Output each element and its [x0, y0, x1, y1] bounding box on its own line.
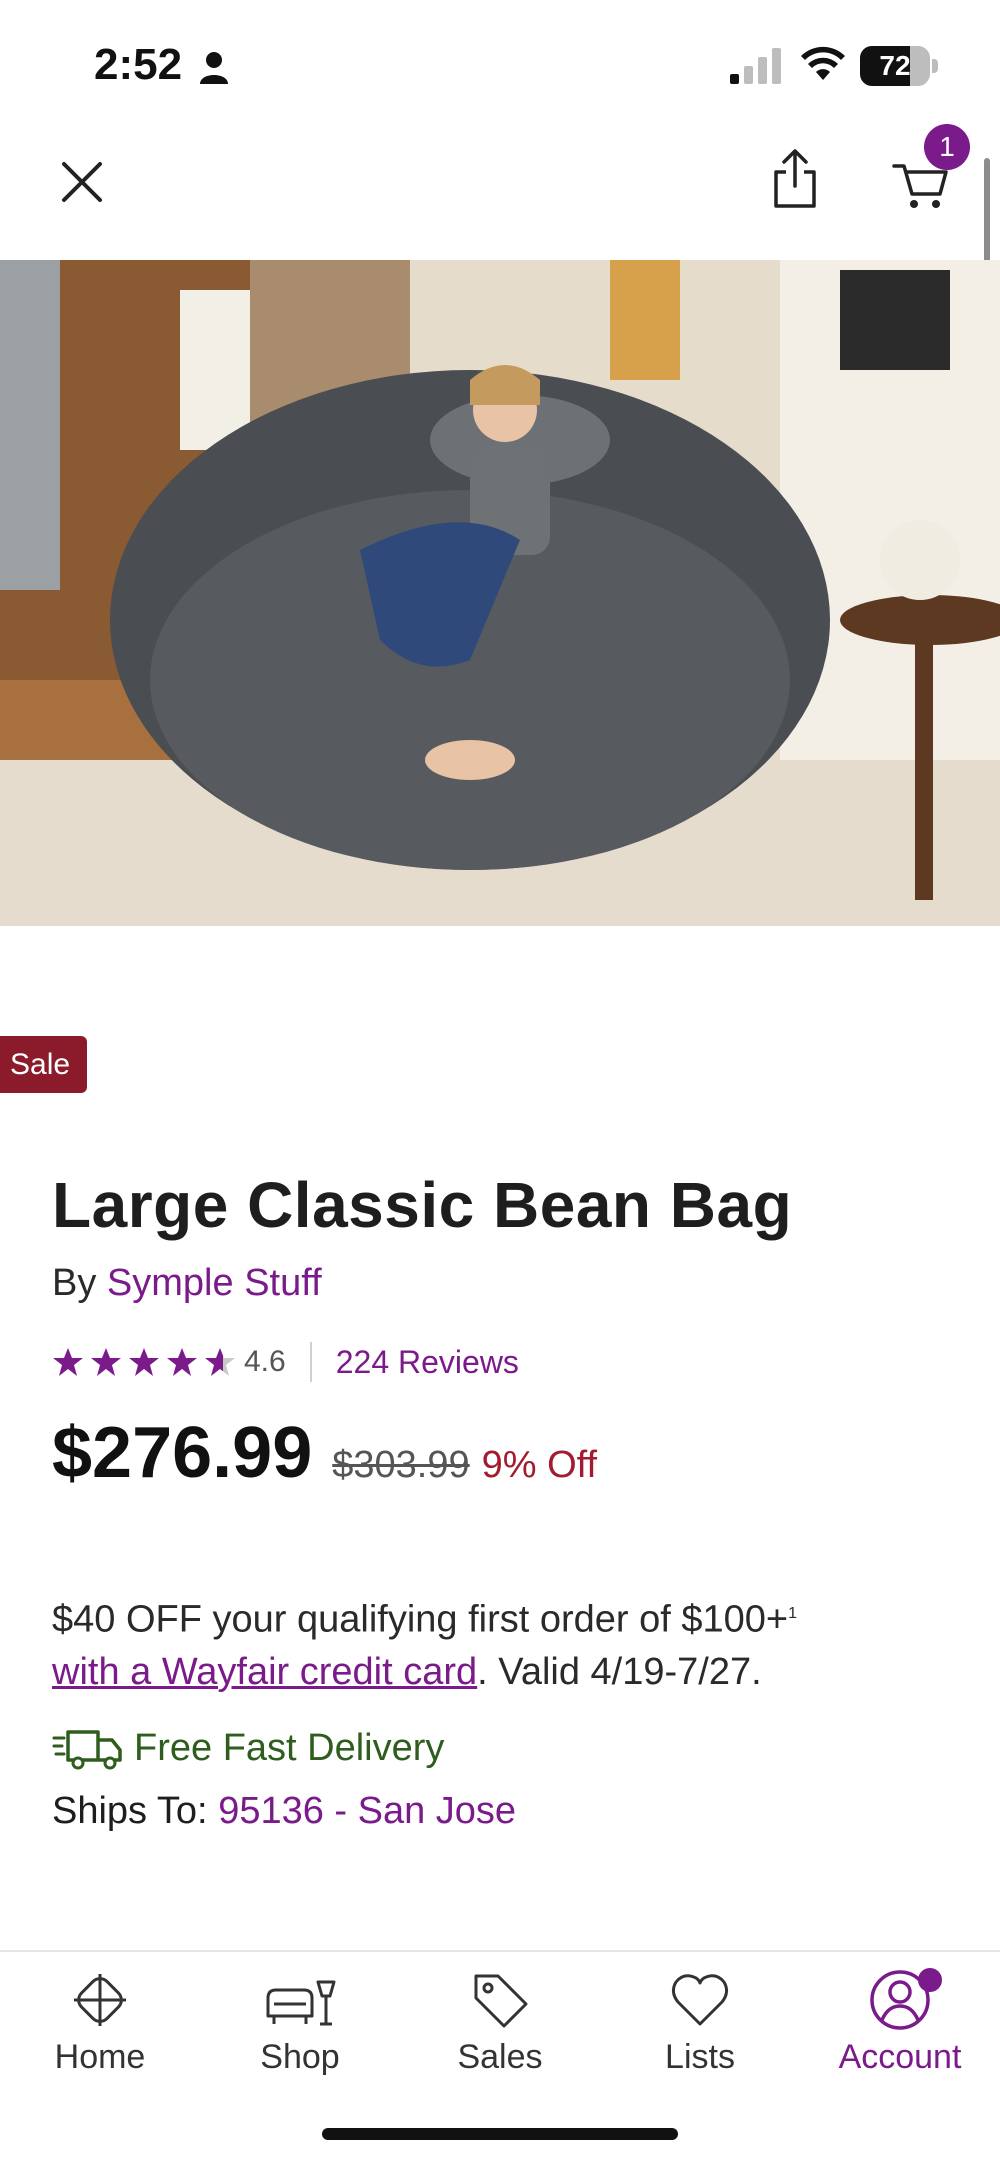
- product-title: Large Classic Bean Bag: [52, 1169, 793, 1241]
- price-row: $276.99 $303.99 9% Off: [52, 1412, 597, 1494]
- home-indicator: [322, 2128, 678, 2140]
- nav-shop-label: Shop: [260, 2038, 340, 2076]
- promo-text: $40 OFF your qualifying first order of $…: [52, 1598, 789, 1641]
- brand-link[interactable]: Symple Stuff: [107, 1262, 322, 1304]
- battery-level: 72: [879, 50, 911, 81]
- promo-footnote: 1: [788, 1605, 798, 1622]
- nav-lists-label: Lists: [665, 2038, 735, 2076]
- sales-tag-icon: [474, 1974, 528, 2028]
- star-icon: [91, 1348, 121, 1376]
- nav-home[interactable]: Home: [0, 1968, 200, 2098]
- star-icon: [53, 1348, 83, 1376]
- nav-sales-label: Sales: [457, 2038, 543, 2076]
- nav-lists[interactable]: Lists: [600, 1968, 800, 2098]
- person-icon: [200, 52, 228, 84]
- star-icon: [129, 1348, 159, 1376]
- nav-shop[interactable]: Shop: [200, 1968, 400, 2098]
- reviews-link[interactable]: 224 Reviews: [336, 1344, 519, 1381]
- nav-home-label: Home: [54, 2038, 146, 2076]
- credit-card-promo: $40 OFF your qualifying first order of $…: [52, 1588, 952, 1698]
- nav-account[interactable]: Account: [800, 1968, 1000, 2098]
- star-icon: [205, 1348, 235, 1376]
- ships-to-prefix: Ships To:: [52, 1790, 208, 1832]
- brand-prefix: By: [52, 1262, 97, 1304]
- heart-icon: [671, 1974, 729, 2026]
- status-time: 2:52: [94, 40, 183, 89]
- free-delivery-label: Free Fast Delivery: [134, 1726, 445, 1769]
- current-price: $276.99: [52, 1413, 313, 1493]
- credit-card-link[interactable]: with a Wayfair credit card: [52, 1651, 477, 1693]
- top-action-bar: [0, 130, 1000, 260]
- product-image[interactable]: [0, 260, 1000, 926]
- status-bar: 2:52 72: [0, 0, 1000, 130]
- nav-account-label: Account: [838, 2038, 962, 2076]
- ships-to-row: Ships To: 95136 - San Jose: [52, 1790, 516, 1833]
- rating-row[interactable]: 4.6 224 Reviews: [52, 1340, 519, 1384]
- delivery-row: Free Fast Delivery: [52, 1726, 444, 1770]
- battery-icon: 72: [860, 46, 938, 86]
- close-icon[interactable]: [52, 152, 112, 212]
- nav-sales[interactable]: Sales: [400, 1968, 600, 2098]
- rating-divider: [309, 1342, 312, 1382]
- shop-icon: [266, 1980, 336, 2026]
- star-icon: [167, 1348, 197, 1376]
- sale-badge: Sale: [0, 1036, 87, 1093]
- account-notification-dot: [918, 1968, 942, 1992]
- discount-label: 9% Off: [481, 1444, 598, 1486]
- promo-validity: . Valid 4/19-7/27.: [477, 1650, 762, 1693]
- share-icon[interactable]: [770, 148, 820, 212]
- ship-location-link[interactable]: 95136 - San Jose: [218, 1790, 516, 1832]
- wifi-icon: [801, 46, 845, 80]
- brand-line: By Symple Stuff: [52, 1262, 322, 1305]
- cellular-signal-icon: [730, 48, 781, 84]
- star-rating: [52, 1346, 236, 1378]
- rating-value: 4.6: [244, 1345, 286, 1378]
- cart-count-badge: 1: [924, 124, 970, 170]
- truck-icon: [52, 1730, 122, 1770]
- original-price: $303.99: [332, 1444, 470, 1486]
- home-icon: [74, 1974, 126, 2026]
